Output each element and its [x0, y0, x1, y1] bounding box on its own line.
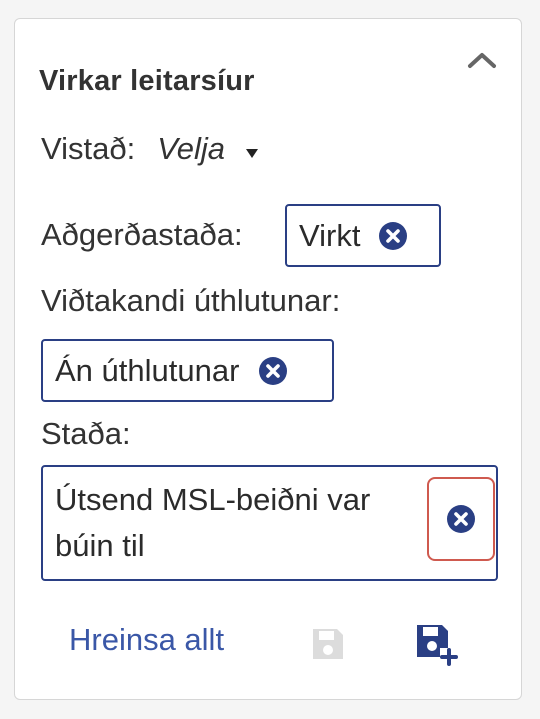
remove-action-status-button[interactable]	[378, 221, 408, 251]
location-label: Vistað:	[41, 131, 136, 166]
assignee-chip: Án úthlutunar	[41, 339, 334, 402]
assignee-label: Viðtakandi úthlutunar:	[41, 283, 341, 318]
active-filters-panel: Virkar leitarsíur Vistað: Velja Aðgerðas…	[14, 18, 522, 700]
close-circle-icon	[447, 505, 475, 533]
save-icon	[313, 629, 343, 659]
chevron-up-icon	[468, 53, 496, 68]
close-circle-icon	[259, 356, 288, 385]
remove-status-button[interactable]	[427, 477, 495, 561]
action-status-chip: Virkt	[285, 204, 441, 267]
location-select-value[interactable]: Velja	[157, 131, 225, 167]
action-status-chip-text: Virkt	[299, 217, 361, 253]
caret-down-icon[interactable]	[245, 147, 259, 159]
location-filter-row: Vistað: Velja	[41, 131, 259, 167]
action-status-label: Aðgerðastaða:	[41, 217, 243, 252]
close-circle-icon	[379, 221, 408, 250]
clear-all-link[interactable]: Hreinsa allt	[69, 622, 224, 658]
save-add-icon[interactable]	[415, 623, 459, 667]
collapse-button[interactable]	[463, 45, 501, 75]
panel-title: Virkar leitarsíur	[39, 65, 255, 97]
assignee-chip-text: Án úthlutunar	[55, 352, 240, 388]
status-label: Staða:	[41, 416, 131, 451]
status-chip-text: Útsend MSL-beiðni var búin til	[55, 482, 371, 563]
remove-assignee-button[interactable]	[258, 356, 288, 386]
